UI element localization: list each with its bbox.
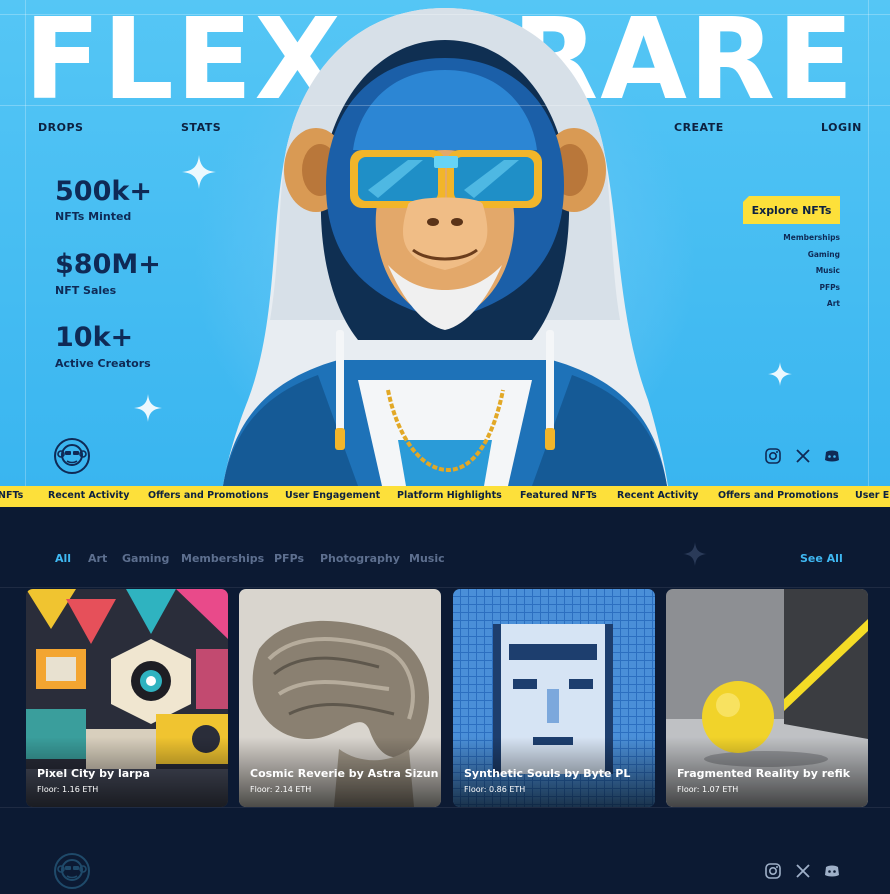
card-floor-price: Floor: 1.16 ETH (37, 785, 99, 794)
ticker-item: Offers and Promotions (718, 490, 839, 501)
stat-value-creators: 10k+ (55, 322, 134, 353)
monkey-hoodie-illustration (223, 8, 668, 486)
sparkle-icon (683, 542, 707, 566)
filter-tab-photography[interactable]: Photography (320, 552, 400, 565)
filter-tab-music[interactable]: Music (409, 552, 445, 565)
ticker-item: NFTs (0, 490, 24, 501)
ticker-item: Featured NFTs (520, 490, 597, 501)
stat-value-sales: $80M+ (55, 249, 161, 280)
sparkle-icon (182, 155, 216, 189)
card-floor-price: Floor: 0.86 ETH (464, 785, 526, 794)
card-title: Synthetic Souls by Byte PL (464, 767, 631, 780)
stat-label-creators: Active Creators (55, 357, 151, 370)
ticker-item: User En (855, 490, 890, 501)
hero-section: FLEX RARE DROPS STATS CREATE LOGIN 500k+… (0, 0, 890, 486)
filter-tab-gaming[interactable]: Gaming (122, 552, 169, 565)
instagram-icon[interactable] (764, 862, 782, 880)
see-all-link[interactable]: See All (800, 552, 843, 565)
monkey-logo-icon[interactable] (54, 438, 90, 474)
filter-tab-all[interactable]: All (55, 552, 71, 565)
card-title: Pixel City by larpa (37, 767, 150, 780)
hero-category-art[interactable]: Art (827, 299, 840, 308)
x-icon[interactable] (794, 862, 812, 880)
frame-line (0, 807, 890, 808)
filter-tab-memberships[interactable]: Memberships (181, 552, 264, 565)
monkey-logo-icon[interactable] (54, 853, 90, 889)
stat-label-sales: NFT Sales (55, 284, 117, 297)
ticker-item: Recent Activity (617, 490, 699, 501)
hero-category-gaming[interactable]: Gaming (808, 250, 840, 259)
nav-login[interactable]: LOGIN (821, 121, 862, 134)
explore-nfts-button[interactable]: Explore NFTs (743, 196, 840, 224)
nft-card[interactable]: Synthetic Souls by Byte PL Floor: 0.86 E… (453, 589, 655, 807)
nav-stats[interactable]: STATS (181, 121, 221, 134)
nft-card[interactable]: Pixel City by larpa Floor: 1.16 ETH (26, 589, 228, 807)
x-icon[interactable] (794, 447, 812, 465)
card-floor-price: Floor: 2.14 ETH (250, 785, 312, 794)
hero-category-memberships[interactable]: Memberships (783, 233, 840, 242)
nav-create[interactable]: CREATE (674, 121, 724, 134)
ticker-bar: NFTs Recent Activity Offers and Promotio… (0, 486, 890, 507)
discord-icon[interactable] (823, 862, 841, 880)
hero-category-pfps[interactable]: PFPs (820, 283, 840, 292)
nav-drops[interactable]: DROPS (38, 121, 83, 134)
sparkle-icon (768, 362, 792, 386)
filter-tab-art[interactable]: Art (88, 552, 107, 565)
frame-line (0, 14, 890, 15)
card-floor-price: Floor: 1.07 ETH (677, 785, 739, 794)
ticker-item: Offers and Promotions (148, 490, 269, 501)
ticker-item: Recent Activity (48, 490, 130, 501)
card-title: Cosmic Reverie by Astra Sizun (250, 767, 439, 780)
hero-category-music[interactable]: Music (816, 266, 840, 275)
frame-line (0, 587, 890, 588)
card-title: Fragmented Reality by refik (677, 767, 851, 780)
filter-tab-pfps[interactable]: PFPs (274, 552, 304, 565)
stat-label-minted: NFTs Minted (55, 210, 132, 223)
ticker-item: Platform Highlights (397, 490, 502, 501)
discord-icon[interactable] (823, 447, 841, 465)
ticker-item: User Engagement (285, 490, 381, 501)
frame-line (0, 105, 890, 106)
sparkle-icon (134, 394, 162, 422)
stat-value-minted: 500k+ (55, 176, 152, 207)
instagram-icon[interactable] (764, 447, 782, 465)
nft-card[interactable]: Cosmic Reverie by Astra Sizun Floor: 2.1… (239, 589, 441, 807)
nft-card[interactable]: Fragmented Reality by refik Floor: 1.07 … (666, 589, 868, 807)
